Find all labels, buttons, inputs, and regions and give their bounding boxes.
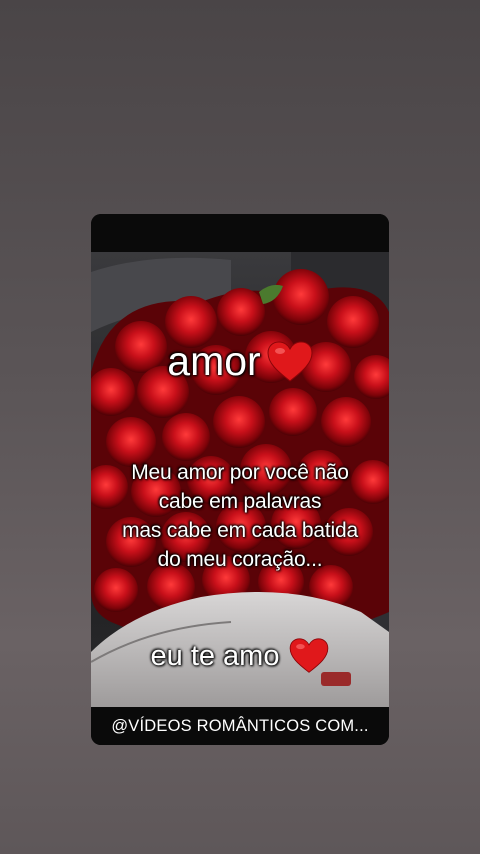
message-line: cabe em palavras <box>158 490 322 513</box>
watermark-text: @VÍDEOS ROMÂNTICOS COM... <box>111 716 369 735</box>
story-card[interactable]: amor Meu amor por você não cabe em palav… <box>91 214 389 745</box>
message-line: Meu amor por você não <box>131 461 349 484</box>
story-title: amor <box>167 338 261 384</box>
red-heart-icon <box>289 638 329 674</box>
message-line: do meu coração... <box>157 548 323 571</box>
red-heart-icon <box>267 340 313 383</box>
message-line: mas cabe em cada batida <box>122 519 358 542</box>
love-message: Meu amor por você não cabe em palavras m… <box>91 458 389 574</box>
closing-row: eu te amo <box>91 638 389 674</box>
watermark-bar: @VÍDEOS ROMÂNTICOS COM... <box>91 707 389 745</box>
card-top-bar <box>91 214 389 252</box>
closing-text: eu te amo <box>150 639 280 672</box>
title-row: amor <box>91 338 389 385</box>
